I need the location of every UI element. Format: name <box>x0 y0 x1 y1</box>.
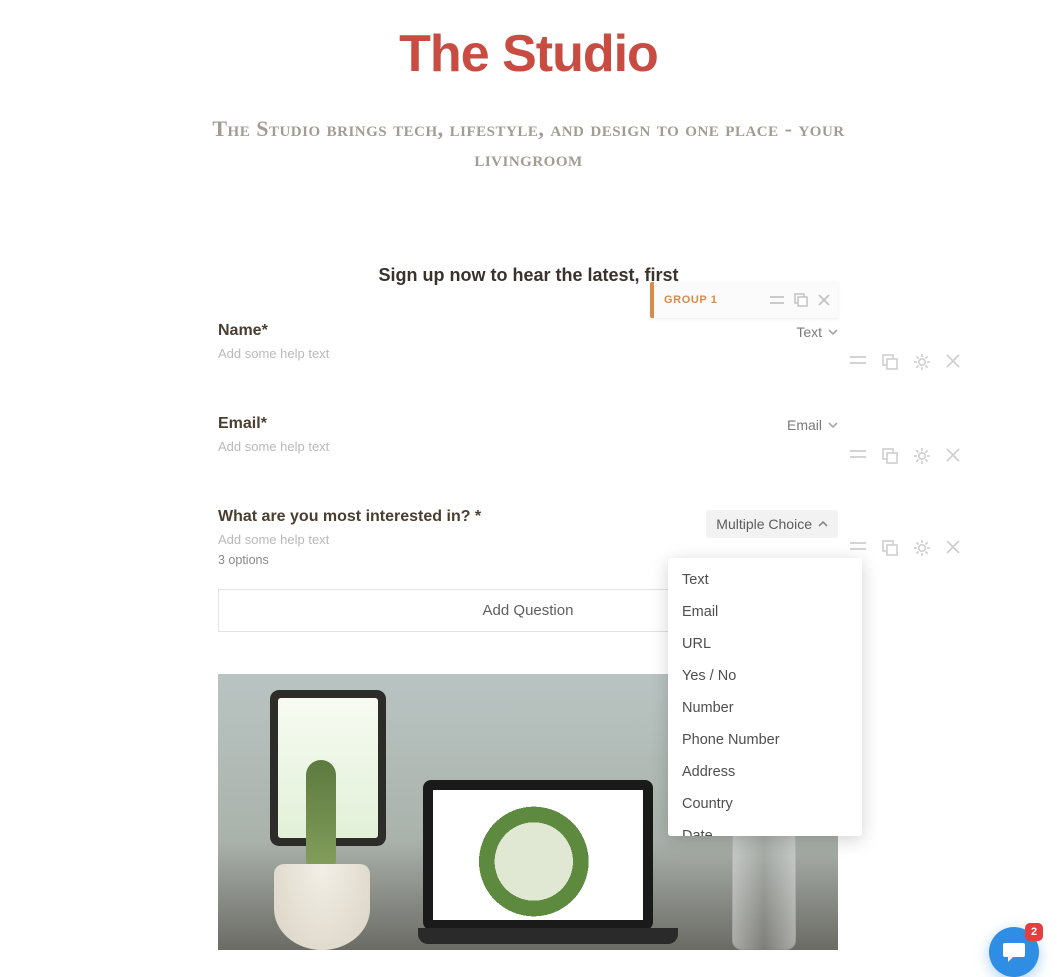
question-help[interactable]: Add some help text <box>218 532 706 547</box>
form-area: Name* Add some help text Text Email* Add… <box>218 322 838 567</box>
group-tag[interactable]: GROUP 1 <box>650 282 838 318</box>
drag-handle-icon[interactable] <box>850 448 866 464</box>
question-label[interactable]: What are you most interested in? * <box>218 508 706 526</box>
close-icon[interactable] <box>946 354 960 370</box>
duplicate-icon[interactable] <box>882 448 898 464</box>
close-icon[interactable] <box>946 540 960 556</box>
chevron-up-icon <box>818 521 828 527</box>
question-label[interactable]: Name* <box>218 322 796 340</box>
drag-handle-icon[interactable] <box>850 540 866 556</box>
question-tools <box>850 448 960 464</box>
question-type-select[interactable]: Text <box>796 324 838 340</box>
dropdown-option-number[interactable]: Number <box>668 692 862 724</box>
hero-image-pot <box>274 864 370 950</box>
chevron-down-icon <box>828 422 838 428</box>
close-icon[interactable] <box>946 448 960 464</box>
dropdown-option-date[interactable]: Date <box>668 820 862 836</box>
question-label[interactable]: Email* <box>218 415 787 433</box>
question-email[interactable]: Email* Add some help text Email <box>218 415 838 454</box>
question-help[interactable]: Add some help text <box>218 346 796 361</box>
chevron-down-icon <box>828 329 838 335</box>
question-tools <box>850 354 960 370</box>
gear-icon[interactable] <box>914 354 930 370</box>
tagline: The Studio brings tech, lifestyle, and d… <box>179 114 879 173</box>
duplicate-icon[interactable] <box>794 293 808 307</box>
chat-widget[interactable]: 2 <box>989 927 1039 977</box>
group-tag-label: GROUP 1 <box>664 294 770 306</box>
dropdown-option-country[interactable]: Country <box>668 788 862 820</box>
gear-icon[interactable] <box>914 540 930 556</box>
question-type-label: Text <box>796 324 822 340</box>
close-icon[interactable] <box>818 294 830 306</box>
page-title: The Studio <box>0 24 1057 84</box>
drag-handle-icon[interactable] <box>770 295 784 305</box>
chat-badge: 2 <box>1025 923 1043 941</box>
chat-icon <box>1001 939 1027 965</box>
dropdown-option-phone[interactable]: Phone Number <box>668 724 862 756</box>
question-type-label: Multiple Choice <box>716 516 812 532</box>
question-help[interactable]: Add some help text <box>218 439 787 454</box>
question-options-summary[interactable]: 3 options <box>218 553 706 567</box>
question-name[interactable]: Name* Add some help text Text <box>218 322 838 361</box>
question-type-select[interactable]: Multiple Choice <box>706 510 838 538</box>
gear-icon[interactable] <box>914 448 930 464</box>
duplicate-icon[interactable] <box>882 354 898 370</box>
question-type-label: Email <box>787 417 822 433</box>
dropdown-option-text[interactable]: Text <box>668 564 862 596</box>
dropdown-option-url[interactable]: URL <box>668 628 862 660</box>
duplicate-icon[interactable] <box>882 540 898 556</box>
dropdown-option-email[interactable]: Email <box>668 596 862 628</box>
question-type-select[interactable]: Email <box>787 417 838 433</box>
hero-image-cactus <box>306 760 336 870</box>
drag-handle-icon[interactable] <box>850 354 866 370</box>
field-type-dropdown[interactable]: Text Email URL Yes / No Number Phone Num… <box>668 558 862 836</box>
dropdown-option-address[interactable]: Address <box>668 756 862 788</box>
hero-image-laptop <box>418 780 658 950</box>
question-tools <box>850 540 960 556</box>
cta-text: Sign up now to hear the latest, first <box>0 265 1057 286</box>
dropdown-option-yesno[interactable]: Yes / No <box>668 660 862 692</box>
